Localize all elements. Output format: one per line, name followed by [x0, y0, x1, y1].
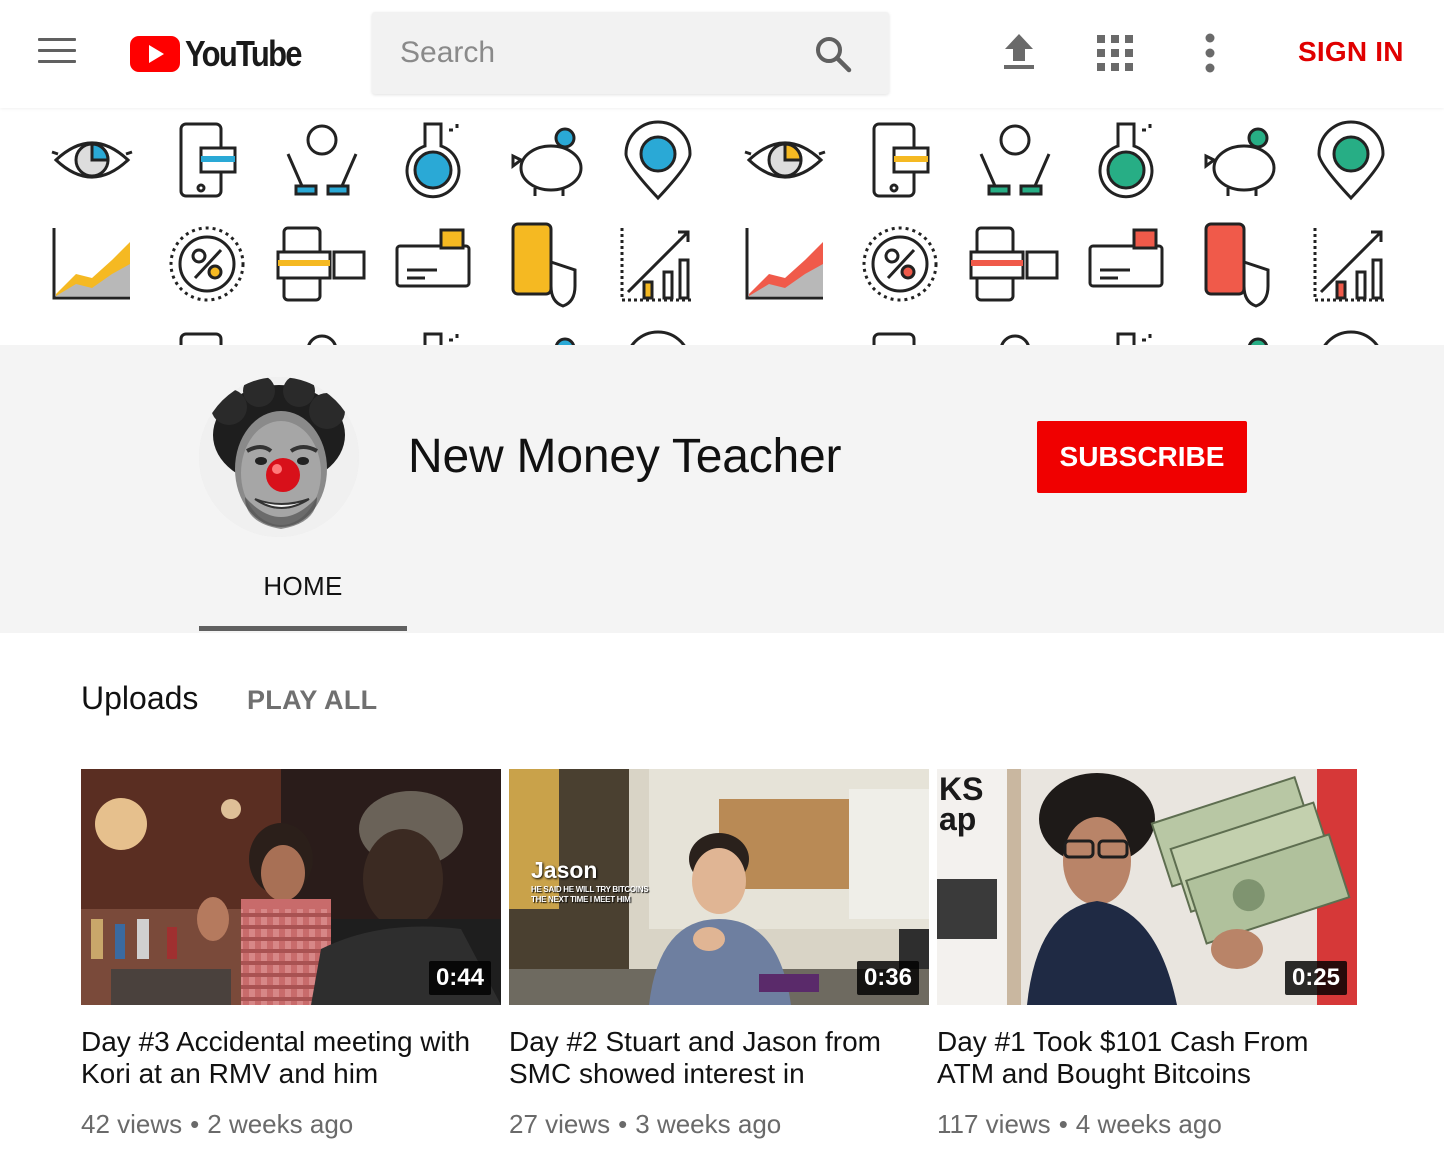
banner-flask-icon [1098, 122, 1154, 199]
banner-chart-icon [745, 228, 823, 300]
video-metadata: 27 views • 3 weeks ago [509, 1109, 929, 1140]
youtube-play-icon [130, 36, 180, 72]
apps-grid-icon [1097, 35, 1133, 71]
banner-phone-icon [179, 332, 223, 345]
tab-home[interactable]: HOME [199, 557, 407, 633]
video-age: 3 weeks ago [635, 1109, 782, 1139]
banner-phone-icon [872, 332, 916, 345]
video-thumbnail[interactable]: KS ap 0:25 [937, 769, 1357, 1005]
banner-pig-icon [511, 127, 583, 196]
banner-flask-icon [1116, 332, 1152, 345]
banner-phone-icon [179, 122, 237, 198]
banner-chart-icon [52, 228, 130, 300]
video-views: 117 views [937, 1109, 1051, 1139]
banner-card-icon [1088, 228, 1164, 288]
thumb-sign-text-2: ap [939, 801, 977, 837]
banner-shield-icon [1204, 222, 1270, 308]
finance-icons-banner-art [51, 120, 1387, 345]
video-title[interactable]: Day #1 Took $101 Cash From ATM and Bough… [937, 1026, 1357, 1090]
video-thumbnail[interactable]: 0:44 [81, 769, 501, 1005]
search-input[interactable] [372, 12, 792, 94]
avatar-portrait-image [199, 377, 359, 537]
upload-icon [1004, 34, 1034, 69]
video-card[interactable]: KS ap 0:25 Day #1 Took $101 Cash From AT… [937, 769, 1357, 1140]
video-thumbnail[interactable]: Jason HE SAID HE WILL TRY BITCOINS THE N… [509, 769, 929, 1005]
channel-banner [0, 108, 1444, 345]
video-card[interactable]: 0:44 Day #3 Accidental meeting with Kori… [81, 769, 501, 1140]
banner-pin-icon [630, 330, 686, 345]
banner-hands-icon [286, 124, 358, 196]
tab-home-label: HOME [263, 571, 343, 601]
video-duration: 0:44 [428, 961, 491, 995]
upload-button[interactable] [1000, 32, 1038, 72]
channel-header: New Money Teacher SUBSCRIBE HOME [0, 345, 1444, 633]
channel-name: New Money Teacher [408, 430, 842, 483]
apps-button[interactable] [1097, 35, 1133, 71]
video-views: 42 views [81, 1109, 183, 1139]
banner-eye-icon [51, 141, 133, 179]
banner-devices-icon [276, 226, 366, 302]
banner-hands-icon [979, 124, 1051, 196]
video-age: 2 weeks ago [207, 1109, 354, 1139]
meta-separator: • [618, 1109, 628, 1139]
video-title[interactable]: Day #3 Accidental meeting with Kori at a… [81, 1026, 501, 1090]
channel-avatar[interactable] [199, 377, 359, 537]
thumb-caption-line-1: HE SAID HE WILL TRY BITCOINS [531, 885, 649, 894]
meta-separator: • [1058, 1109, 1068, 1139]
meta-separator: • [190, 1109, 200, 1139]
banner-flask-icon [405, 122, 461, 199]
banner-percent-icon [169, 226, 245, 302]
banner-percent-icon [862, 226, 938, 302]
banner-flask-icon [423, 332, 459, 345]
banner-devices-icon [969, 226, 1059, 302]
banner-eye-icon [744, 141, 826, 179]
banner-growth-icon [620, 228, 694, 302]
youtube-logo[interactable]: YouTube [130, 33, 320, 74]
menu-icon[interactable] [38, 38, 76, 68]
search-box [372, 12, 889, 94]
banner-pin-icon [1323, 330, 1379, 345]
banner-hands-icon [1000, 334, 1030, 345]
video-age: 4 weeks ago [1075, 1109, 1222, 1139]
youtube-wordmark: YouTube [185, 33, 303, 74]
play-all-button[interactable]: PLAY ALL [247, 685, 377, 716]
video-metadata: 42 views • 2 weeks ago [81, 1109, 501, 1140]
banner-pin-icon [1317, 120, 1385, 201]
more-button[interactable] [1200, 32, 1220, 74]
video-card[interactable]: Jason HE SAID HE WILL TRY BITCOINS THE N… [509, 769, 929, 1140]
banner-card-icon [395, 228, 471, 288]
thumb-caption-line-2: THE NEXT TIME I MEET HIM [531, 895, 631, 904]
video-duration: 0:36 [856, 961, 919, 995]
banner-pin-icon [624, 120, 692, 201]
masthead: YouTube SIGN IN [0, 0, 1444, 108]
video-title[interactable]: Day #2 Stuart and Jason from SMC showed … [509, 1026, 929, 1090]
uploads-section-title: Uploads [81, 680, 199, 716]
banner-shield-icon [511, 222, 577, 308]
banner-growth-icon [1313, 228, 1387, 302]
search-button[interactable] [813, 34, 853, 74]
more-vert-icon [1205, 33, 1215, 73]
video-views: 27 views [509, 1109, 611, 1139]
sign-in-button[interactable]: SIGN IN [1298, 36, 1404, 68]
video-duration: 0:25 [1284, 961, 1347, 995]
video-metadata: 117 views • 4 weeks ago [937, 1109, 1357, 1140]
thumb-caption-name: Jason [531, 857, 598, 883]
subscribe-button[interactable]: SUBSCRIBE [1037, 421, 1247, 493]
search-icon [816, 37, 852, 73]
tab-active-indicator [199, 626, 407, 631]
banner-phone-icon [872, 122, 930, 198]
banner-hands-icon [307, 334, 337, 345]
banner-pig-icon [1204, 127, 1276, 196]
